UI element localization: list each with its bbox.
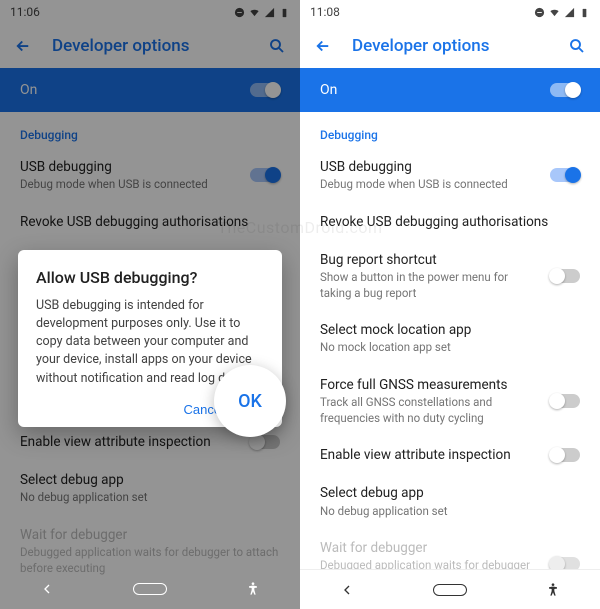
pref-title: Wait for debugger [20,526,280,544]
pref-title: Select debug app [320,484,580,502]
usb-debugging-switch[interactable] [550,168,580,182]
pref-title: Select debug app [20,471,280,489]
clock: 11:06 [10,5,40,19]
page-title: Developer options [52,36,248,56]
nav-bar [0,569,300,609]
pref-revoke-auth[interactable]: Revoke USB debugging authorisations [0,203,300,241]
master-label: On [20,82,37,98]
signal-icon [264,7,275,18]
accessibility-icon[interactable] [245,581,261,597]
master-toggle-bar[interactable]: On [0,68,300,112]
pref-view-attr[interactable]: Enable view attribute inspection [300,436,600,474]
pref-title: Wait for debugger [320,539,540,557]
usb-debugging-switch[interactable] [250,168,280,182]
master-toggle-bar[interactable]: On [300,68,600,112]
pref-wait-debugger: Wait for debugger Debugged application w… [300,529,600,569]
pref-title: Revoke USB debugging authorisations [20,213,280,231]
pref-sub: No debug application set [20,490,280,506]
master-label: On [320,82,337,98]
pref-select-debug[interactable]: Select debug app No debug application se… [300,474,600,529]
back-icon[interactable] [314,37,332,55]
pref-title: Force full GNSS measurements [320,376,540,394]
pref-title: Bug report shortcut [320,251,540,269]
pref-title: USB debugging [320,158,540,176]
wait-debugger-switch [550,557,580,569]
pref-usb-debugging[interactable]: USB debugging Debug mode when USB is con… [300,148,600,203]
pref-title: Revoke USB debugging authorisations [320,213,580,231]
dialog-title: Allow USB debugging? [36,268,264,287]
dnd-icon [534,7,545,18]
accessibility-icon[interactable] [545,582,561,598]
pref-force-gnss[interactable]: Force full GNSS measurements Track all G… [300,366,600,436]
pref-title: Select mock location app [320,321,580,339]
section-header: Debugging [0,118,300,148]
view-attr-switch[interactable] [550,448,580,462]
back-icon[interactable] [14,37,32,55]
master-switch[interactable] [550,83,580,97]
screenshot-left: 11:06 Developer options On Debugging USB… [0,0,300,609]
bug-report-switch[interactable] [550,269,580,283]
home-nav-icon[interactable] [433,584,467,596]
wifi-icon [249,7,260,18]
master-switch[interactable] [250,83,280,97]
pref-sub: Debugged application waits for debugger … [320,558,540,569]
search-icon[interactable] [268,37,286,55]
search-icon[interactable] [568,37,586,55]
pref-sub: Debug mode when USB is connected [20,177,240,193]
battery-icon [279,7,290,18]
ok-button[interactable]: OK [214,365,286,437]
app-bar: Developer options [0,24,300,68]
page-title: Developer options [352,36,548,56]
screenshot-right: 11:08 Developer options On Debugging USB… [300,0,600,609]
status-bar: 11:06 [0,0,300,24]
clock: 11:08 [310,5,340,19]
pref-sub: Track all GNSS constellations and freque… [320,395,540,426]
pref-title: Enable view attribute inspection [20,433,240,451]
pref-revoke-auth[interactable]: Revoke USB debugging authorisations [300,203,600,241]
app-bar: Developer options [300,24,600,68]
gnss-switch[interactable] [550,394,580,408]
pref-sub: Show a button in the power menu for taki… [320,270,540,301]
view-attr-switch[interactable] [250,435,280,449]
pref-bug-report[interactable]: Bug report shortcut Show a button in the… [300,241,600,311]
pref-usb-debugging[interactable]: USB debugging Debug mode when USB is con… [0,148,300,203]
back-nav-icon[interactable] [339,582,355,598]
signal-icon [564,7,575,18]
pref-sub: Debug mode when USB is connected [320,177,540,193]
pref-title: Enable view attribute inspection [320,446,540,464]
pref-select-debug[interactable]: Select debug app No debug application se… [0,461,300,516]
wifi-icon [549,7,560,18]
pref-sub: No mock location app set [320,340,580,356]
pref-sub: No debug application set [320,504,580,520]
section-header: Debugging [300,118,600,148]
back-nav-icon[interactable] [39,581,55,597]
status-bar: 11:08 [300,0,600,24]
battery-icon [579,7,590,18]
home-nav-icon[interactable] [133,583,167,595]
pref-mock-location[interactable]: Select mock location app No mock locatio… [300,311,600,366]
dnd-icon [234,7,245,18]
pref-title: USB debugging [20,158,240,176]
nav-bar [300,569,600,609]
